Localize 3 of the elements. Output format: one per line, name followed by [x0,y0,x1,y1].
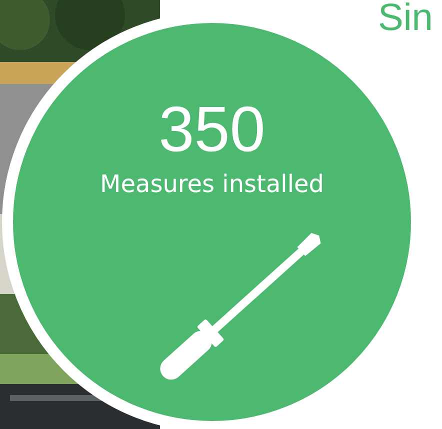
stat-label: Measures installed [100,169,324,199]
heading: Sin [378,0,433,40]
stat-value: 350 [158,93,266,165]
